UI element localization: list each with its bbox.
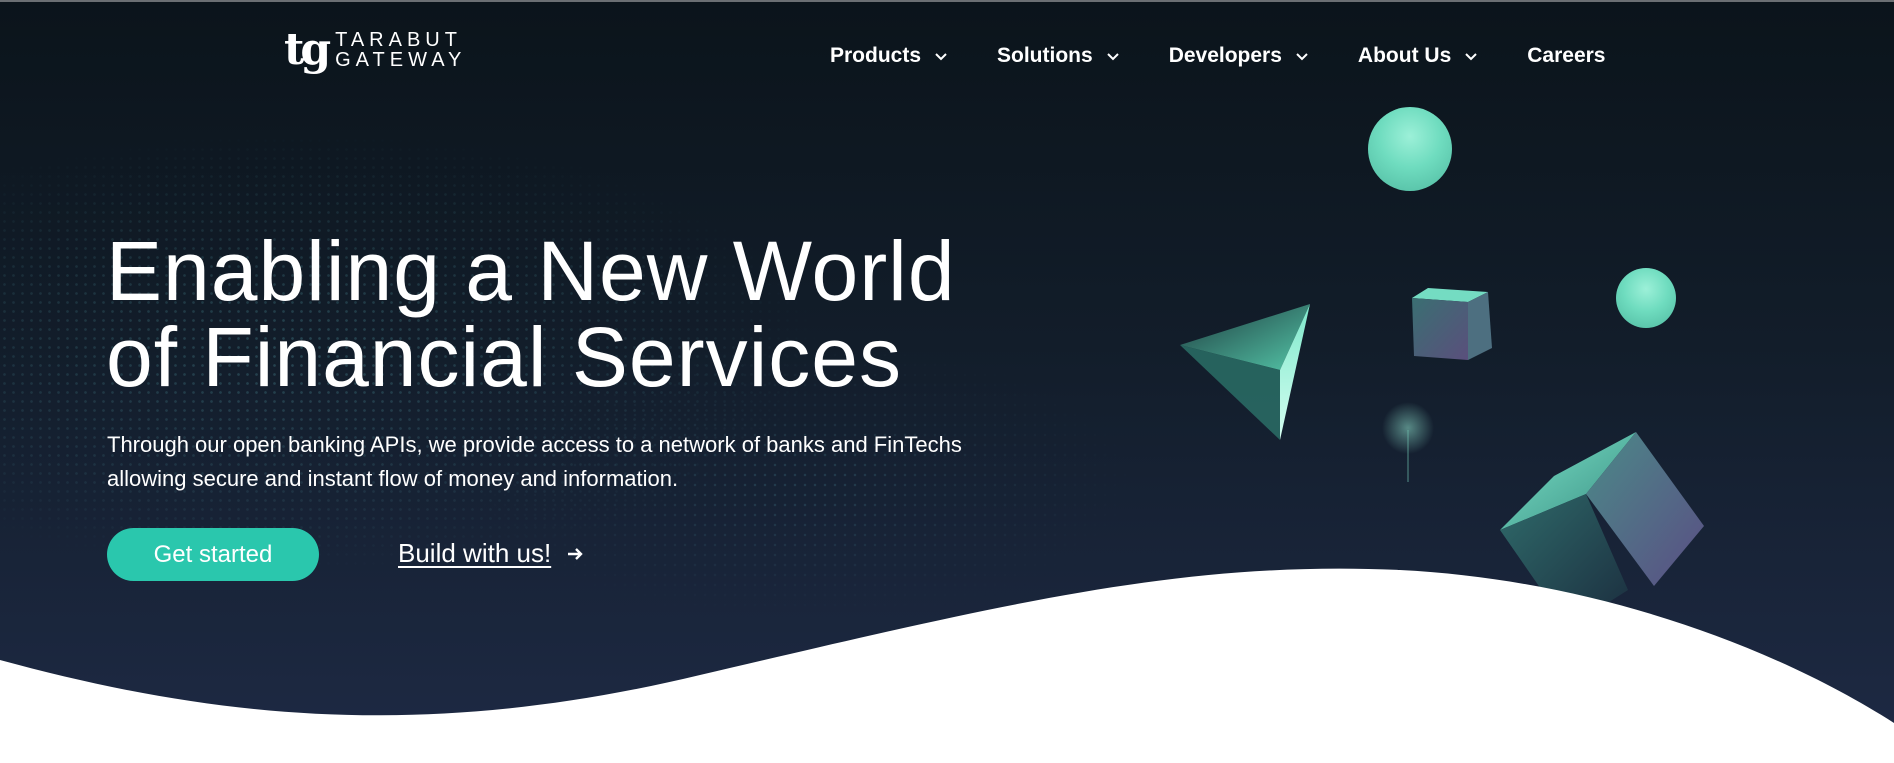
hero-headline-line-1: Enabling a New World — [106, 224, 956, 318]
small-cube-shape — [1412, 288, 1492, 360]
arrow-right-icon — [568, 547, 583, 560]
hero-headline-line-2: of Financial Services — [106, 310, 902, 404]
build-with-us-link[interactable]: Build with us! — [398, 538, 585, 569]
logo-line-1: TARABUT — [335, 29, 462, 51]
glow-particle — [1382, 402, 1434, 482]
wave-divider — [0, 568, 1894, 763]
nav-item-products[interactable]: Products — [830, 44, 949, 68]
nav-item-label: Careers — [1527, 44, 1606, 67]
main-nav: Products Solutions Developers About Us C… — [830, 44, 1605, 68]
nav-item-solutions[interactable]: Solutions — [997, 44, 1121, 68]
sphere-shape-small — [1616, 268, 1676, 328]
pyramid-shape — [1180, 304, 1310, 440]
build-with-us-label: Build with us! — [398, 538, 552, 568]
logo-mark: tg — [284, 24, 331, 75]
top-border — [0, 0, 1894, 2]
chevron-down-icon — [935, 53, 947, 61]
chevron-down-icon — [1106, 53, 1119, 61]
nav-item-label: About Us — [1357, 44, 1452, 67]
hero-subtext: Through our open banking APIs, we provid… — [107, 428, 1067, 496]
nav-item-developers[interactable]: Developers — [1169, 44, 1310, 68]
chevron-down-icon — [1296, 53, 1308, 61]
nav-item-label: Developers — [1168, 44, 1282, 67]
nav-item-label: Solutions — [997, 44, 1093, 67]
logo-wordmark: TARABUT GATEWAY — [335, 30, 466, 70]
logo-line-2: GATEWAY — [335, 49, 467, 71]
nav-item-about-us[interactable]: About Us — [1358, 44, 1479, 68]
brand-logo[interactable]: tg TARABUT GATEWAY — [284, 28, 466, 72]
get-started-button[interactable]: Get started — [107, 528, 319, 581]
sphere-shape-large — [1368, 107, 1452, 191]
chevron-down-icon — [1465, 53, 1477, 61]
hero-subtext-line-1: Through our open banking APIs, we provid… — [107, 432, 962, 457]
nav-item-careers[interactable]: Careers — [1527, 44, 1605, 68]
nav-item-label: Products — [830, 44, 922, 67]
hero-subtext-line-2: allowing secure and instant flow of mone… — [107, 466, 679, 491]
hero-headline: Enabling a New World of Financial Servic… — [106, 228, 1106, 400]
hero-section: tg TARABUT GATEWAY Products Solutions De… — [0, 0, 1894, 763]
